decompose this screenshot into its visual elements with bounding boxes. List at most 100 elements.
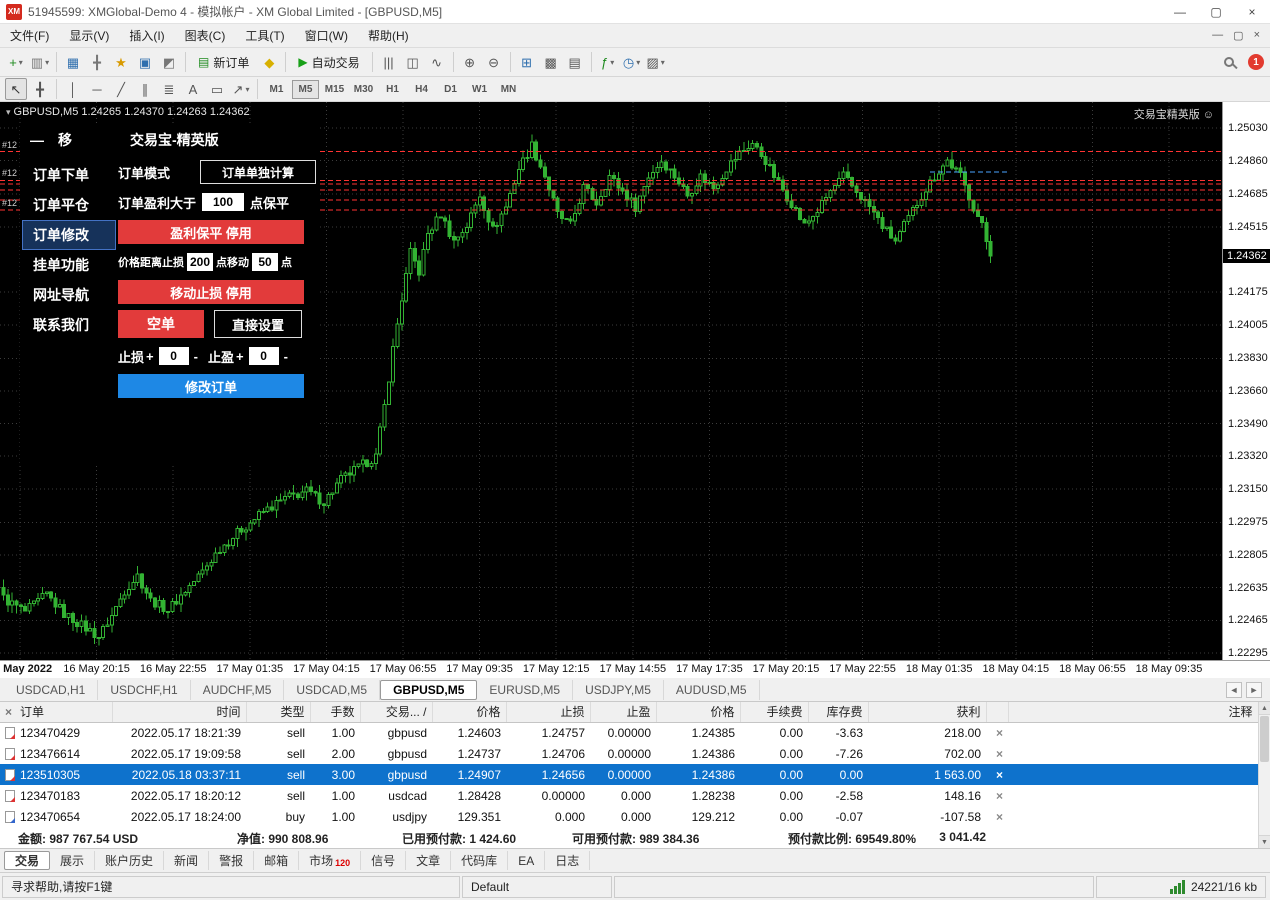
table-row[interactable]: 1234704292022.05.17 18:21:39sell1.00gbpu… — [0, 722, 1258, 743]
timeframe-mn[interactable]: MN — [495, 80, 522, 99]
zoom-in-icon[interactable]: ⊕ — [459, 51, 481, 73]
close-order-button[interactable]: × — [996, 726, 1003, 740]
ea-menu-item[interactable]: 联系我们 — [22, 310, 116, 340]
terminal-tab-市场[interactable]: 市场120 — [299, 851, 361, 870]
direct-set-button[interactable]: 直接设置 — [214, 310, 302, 338]
column-header[interactable]: 价格 — [656, 702, 740, 722]
chart-tab[interactable]: GBPUSD,M5 — [380, 680, 477, 700]
close-order-button[interactable]: × — [996, 810, 1003, 824]
column-header[interactable]: 止损 — [506, 702, 590, 722]
crosshair-icon[interactable]: ╋ — [29, 78, 51, 100]
orders-table[interactable]: ×订单时间类型手数交易... /价格止损止盈价格手续费库存费获利注释 12347… — [0, 702, 1259, 827]
scroll-up-icon[interactable]: ▲ — [1259, 702, 1270, 715]
ea-move-handle[interactable]: 移 — [58, 130, 72, 150]
zoom-out-icon[interactable]: ⊖ — [483, 51, 505, 73]
timeframe-w1[interactable]: W1 — [466, 80, 493, 99]
menu-item[interactable]: 图表(C) — [175, 27, 236, 44]
column-header[interactable]: 获利 — [868, 702, 986, 722]
column-header[interactable]: 止盈 — [590, 702, 656, 722]
navigator-icon[interactable]: ★ — [110, 51, 132, 73]
channel-icon[interactable]: ∥ — [134, 78, 156, 100]
autotrading-button[interactable]: ▶自动交易 — [291, 51, 366, 73]
table-row[interactable]: 1234766142022.05.17 19:09:58sell2.00gbpu… — [0, 743, 1258, 764]
profiles-icon[interactable]: ▥▾ — [29, 51, 51, 73]
column-header[interactable]: 手续费 — [740, 702, 808, 722]
timeframe-m15[interactable]: M15 — [321, 80, 348, 99]
chart-tabs-scroll-right-button[interactable]: ► — [1246, 682, 1262, 698]
sl-input[interactable] — [159, 347, 189, 365]
arrange-windows-icon[interactable]: ▤ — [564, 51, 586, 73]
trail-step-input[interactable] — [252, 253, 278, 271]
ea-menu-item[interactable]: 订单修改 — [22, 220, 116, 250]
terminal-tab-警报[interactable]: 警报 — [209, 851, 254, 870]
order-mode-button[interactable]: 订单单独计算 — [200, 160, 316, 184]
table-row[interactable]: 1234701832022.05.17 18:20:12sell1.00usdc… — [0, 785, 1258, 806]
window-maximize-button[interactable]: ▢ — [1198, 0, 1234, 23]
chart-tab[interactable]: USDJPY,M5 — [573, 680, 664, 700]
table-row[interactable]: 1235103052022.05.18 03:37:11sell3.00gbpu… — [0, 764, 1258, 785]
column-header[interactable]: 注释 — [1008, 702, 1258, 722]
window-minimize-button[interactable]: — — [1162, 0, 1198, 23]
terminal-tab-展示[interactable]: 展示 — [50, 851, 95, 870]
terminal-tab-信号[interactable]: 信号 — [361, 851, 406, 870]
column-header[interactable]: 价格 — [432, 702, 506, 722]
ea-minimize-button[interactable]: — — [30, 132, 44, 148]
modify-order-button[interactable]: 修改订单 — [118, 374, 304, 398]
new-chart-icon[interactable]: +▾ — [5, 51, 27, 73]
timeframe-m1[interactable]: M1 — [263, 80, 290, 99]
ea-menu-item[interactable]: 挂单功能 — [22, 250, 116, 280]
text-icon[interactable]: A — [182, 78, 204, 100]
notification-badge[interactable]: 1 — [1248, 54, 1264, 70]
metaeditor-icon[interactable]: ◆ — [258, 51, 280, 73]
tp-minus-button[interactable]: - — [284, 349, 288, 364]
terminal-tab-代码库[interactable]: 代码库 — [451, 851, 508, 870]
terminal-tab-日志[interactable]: 日志 — [545, 851, 590, 870]
column-header[interactable]: 类型 — [246, 702, 310, 722]
chart-restore-icon[interactable]: ▢ — [1233, 29, 1243, 42]
chart-minimize-icon[interactable]: — — [1212, 29, 1223, 42]
tp-input[interactable] — [249, 347, 279, 365]
price-axis[interactable]: 1.24362 1.250301.248601.246851.245151.24… — [1222, 102, 1270, 660]
label-icon[interactable]: ▭ — [206, 78, 228, 100]
data-window-icon[interactable]: ╋ — [86, 51, 108, 73]
terminal-tab-文章[interactable]: 文章 — [406, 851, 451, 870]
time-axis[interactable]: 16 May 202216 May 20:1516 May 22:5517 Ma… — [0, 660, 1270, 678]
close-order-button[interactable]: × — [996, 789, 1003, 803]
menu-item[interactable]: 插入(I) — [119, 27, 174, 44]
close-order-button[interactable]: × — [996, 747, 1003, 761]
terminal-close-icon[interactable]: × — [5, 705, 12, 719]
timeframe-m5[interactable]: M5 — [292, 80, 319, 99]
search-icon[interactable] — [1224, 57, 1234, 67]
scrollbar-thumb[interactable] — [1260, 716, 1269, 762]
chart-close-icon[interactable]: × — [1254, 29, 1260, 42]
ea-menu-item[interactable]: 订单平仓 — [22, 190, 116, 220]
menu-item[interactable]: 窗口(W) — [295, 27, 358, 44]
ea-menu-item[interactable]: 网址导航 — [22, 280, 116, 310]
terminal-scrollbar[interactable]: ▲ ▼ — [1258, 702, 1270, 848]
menu-item[interactable]: 显示(V) — [59, 27, 119, 44]
menu-item[interactable]: 工具(T) — [235, 27, 294, 44]
cursor-icon[interactable]: ↖ — [5, 78, 27, 100]
profit-threshold-input[interactable] — [202, 193, 244, 211]
periods-icon[interactable]: ◷▾ — [621, 51, 643, 73]
horizontal-line-icon[interactable]: ─ — [86, 78, 108, 100]
candlestick-chart-icon[interactable]: ◫ — [402, 51, 424, 73]
timeframe-m30[interactable]: M30 — [350, 80, 377, 99]
scroll-down-icon[interactable]: ▼ — [1259, 835, 1270, 848]
arrows-icon[interactable]: ↗▾ — [230, 78, 252, 100]
close-order-button[interactable]: × — [996, 768, 1003, 782]
column-header[interactable]: 库存费 — [808, 702, 868, 722]
column-header[interactable]: 时间 — [112, 702, 246, 722]
chart-tab[interactable]: USDCHF,H1 — [98, 680, 190, 700]
templates-icon[interactable]: ▨▾ — [645, 51, 667, 73]
new-order-button[interactable]: ▤新订单 — [191, 51, 256, 73]
chart-area[interactable]: #12#12#12 ▾GBPUSD,M5 1.24265 1.24370 1.2… — [0, 102, 1270, 678]
table-row[interactable]: 1234706542022.05.17 18:24:00buy1.00usdjp… — [0, 806, 1258, 827]
fibonacci-icon[interactable]: ≣ — [158, 78, 180, 100]
terminal-tab-交易[interactable]: 交易 — [4, 851, 50, 870]
sl-minus-button[interactable]: - — [194, 349, 198, 364]
timeframe-h4[interactable]: H4 — [408, 80, 435, 99]
chart-tab[interactable]: USDCAD,H1 — [4, 680, 98, 700]
menu-item[interactable]: 文件(F) — [0, 27, 59, 44]
cascade-windows-icon[interactable]: ▩ — [540, 51, 562, 73]
